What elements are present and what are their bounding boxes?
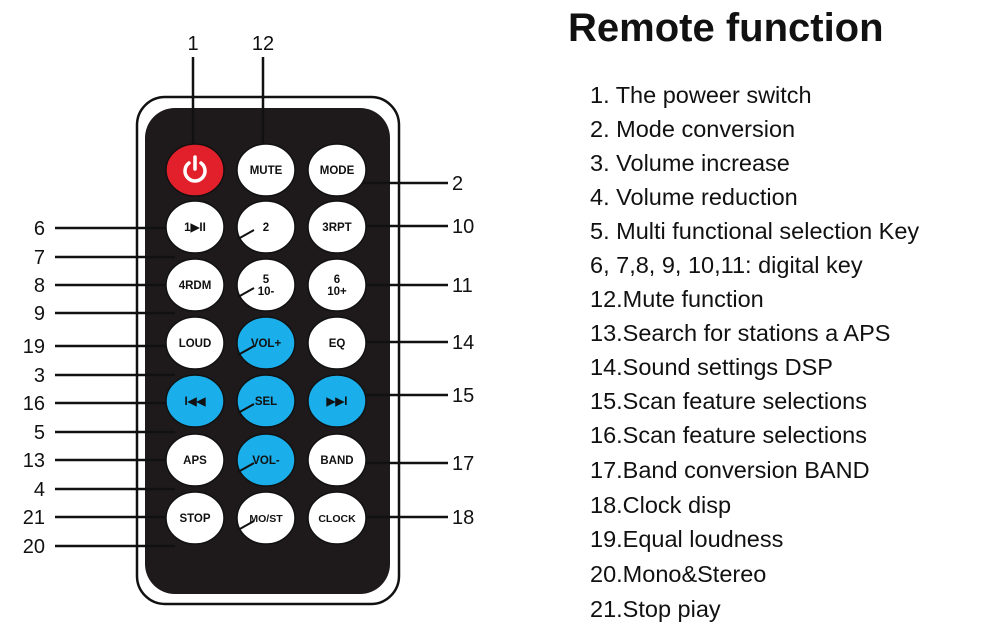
button-label: SEL	[255, 396, 277, 408]
button-mode[interactable]: MODE	[307, 143, 367, 197]
function-item: 21.Stop piay	[590, 595, 721, 622]
button-six[interactable]: 610+	[307, 258, 367, 312]
function-list: 1. The poweer switch 2. Mode conversion 3.…	[590, 80, 919, 629]
button-label: VOL-	[252, 455, 280, 467]
function-item: 20.Mono&Stereo	[590, 561, 767, 588]
function-item: 14.Sound settings DSP	[590, 354, 833, 380]
button-power[interactable]	[165, 143, 225, 197]
next-track-icon: ▶▶I	[326, 396, 348, 408]
button-mo-st[interactable]: MO/ST	[236, 491, 296, 545]
callout-label: 19	[23, 336, 45, 358]
callout-label: 13	[23, 450, 45, 472]
callout-label: 21	[23, 507, 45, 529]
button-label: 4RDM	[179, 280, 212, 292]
button-label: 3RPT	[322, 222, 351, 234]
function-item: 13.Search for stations a APS	[590, 320, 891, 346]
function-item: 18.Clock disp	[590, 491, 732, 518]
button-two[interactable]: 2	[236, 200, 296, 254]
callout-label: 8	[34, 275, 45, 297]
button-label: 2	[263, 222, 269, 234]
button-five[interactable]: 510-	[236, 258, 296, 312]
button-label: MUTE	[250, 165, 283, 177]
function-item: 17.Band conversion BAND	[590, 456, 870, 483]
callout-label: 6	[34, 218, 45, 240]
callout-label: 2	[452, 173, 463, 195]
button-label: 1▶II	[184, 222, 206, 234]
button-clock[interactable]: CLOCK	[307, 491, 367, 545]
previous-track-icon: I◀◀	[185, 396, 207, 408]
callout-label: 1	[187, 33, 198, 55]
button-loud[interactable]: LOUD	[165, 316, 225, 370]
function-item: 4. Volume reduction	[590, 184, 798, 210]
callout-label: 15	[452, 385, 474, 407]
function-item: 2. Mode conversion	[590, 116, 796, 142]
function-item: 5. Multi functional selection Key	[590, 218, 920, 244]
button-label: BAND	[320, 455, 353, 467]
button-vol-down[interactable]: VOL-	[236, 433, 296, 487]
function-item: 19.Equal loudness	[590, 526, 784, 553]
button-label: APS	[183, 455, 207, 467]
remote-diagram: 1 12 6 7 8 9 19 3 16 5 13 4 21 20 2 10 11 14 15 17 18 MUTE MOD…	[23, 33, 474, 606]
button-label: EQ	[329, 338, 346, 350]
function-item: 1. The poweer switch	[590, 82, 812, 108]
callout-label: 4	[34, 479, 45, 501]
callout-label: 10	[452, 216, 474, 238]
callout-label: 7	[34, 247, 45, 269]
button-rpt[interactable]: 3RPT	[307, 200, 367, 254]
button-next[interactable]: ▶▶I	[307, 374, 367, 428]
callout-label: 3	[34, 365, 45, 387]
callout-label: 11	[452, 275, 473, 297]
function-item: 6, 7,8, 9, 10,11: digital key	[590, 252, 863, 278]
button-label: 10-	[258, 286, 275, 298]
button-stop[interactable]: STOP	[165, 491, 225, 545]
button-label: MO/ST	[249, 513, 283, 525]
button-sel[interactable]: SEL	[236, 374, 296, 428]
callout-label: 18	[452, 507, 474, 529]
function-item: 16.Scan feature selections	[590, 422, 867, 448]
button-prev[interactable]: I◀◀	[165, 374, 225, 428]
button-eq[interactable]: EQ	[307, 316, 367, 370]
button-label: VOL+	[251, 338, 282, 350]
function-item: 15.Scan feature selections	[590, 388, 867, 414]
button-label: MODE	[320, 165, 355, 177]
callout-label: 16	[23, 393, 45, 415]
button-vol-up[interactable]: VOL+	[236, 316, 296, 370]
button-band[interactable]: BAND	[307, 433, 367, 487]
button-label: 6	[334, 274, 340, 286]
button-label: LOUD	[179, 338, 212, 350]
callout-label: 17	[452, 453, 474, 475]
button-label: 5	[263, 274, 270, 286]
callout-label: 20	[23, 536, 45, 558]
function-item: 3. Volume increase	[590, 150, 790, 176]
function-item: 12.Mute function	[590, 286, 764, 312]
callout-label: 5	[34, 422, 45, 444]
button-label: CLOCK	[318, 513, 356, 525]
button-mute[interactable]: MUTE	[236, 143, 296, 197]
callout-label: 12	[252, 33, 274, 55]
callout-label: 9	[34, 303, 45, 325]
page-title: Remote function	[568, 6, 884, 50]
button-label: 10+	[327, 286, 347, 298]
callout-label: 14	[452, 332, 474, 354]
button-label: STOP	[179, 513, 210, 525]
button-aps[interactable]: APS	[165, 433, 225, 487]
button-play-pause[interactable]: 1▶II	[165, 200, 225, 254]
button-rdm[interactable]: 4RDM	[165, 258, 225, 312]
